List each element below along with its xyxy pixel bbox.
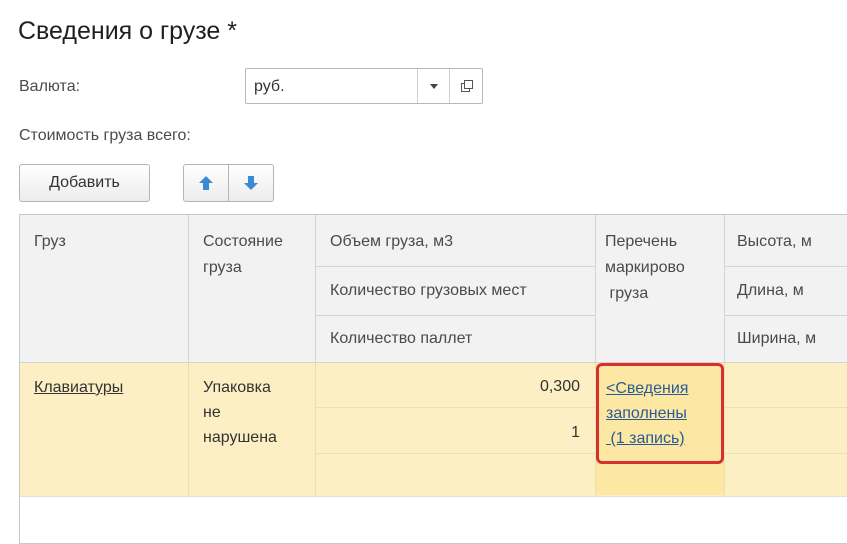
cargo-table[interactable]: Груз Состояние груза Объем груза, м3 Кол… — [19, 214, 847, 544]
header-marking-line3: груза — [605, 285, 649, 302]
currency-select[interactable]: руб. — [245, 68, 483, 104]
header-state-line1[interactable]: Состояние — [203, 232, 283, 252]
dropdown-button[interactable] — [417, 69, 450, 103]
places-value[interactable]: 1 — [320, 424, 580, 442]
header-pallets[interactable]: Количество паллет — [330, 329, 472, 349]
add-button[interactable]: Добавить — [19, 164, 150, 202]
open-button[interactable] — [449, 69, 483, 103]
state-line3: нарушена — [203, 429, 277, 446]
header-marking-line2: маркирово — [605, 259, 685, 276]
header-state-line2: груза — [203, 259, 242, 276]
state-line2: не — [203, 404, 221, 421]
cargo-name-link[interactable]: Клавиатуры — [34, 378, 123, 398]
arrow-down-icon — [244, 176, 258, 190]
volume-value[interactable]: 0,300 — [320, 378, 580, 396]
marking-link-line1[interactable]: <Сведения — [606, 379, 688, 399]
header-cargo[interactable]: Груз — [34, 232, 66, 252]
header-width[interactable]: Ширина, м — [737, 329, 816, 349]
header-places[interactable]: Количество грузовых мест — [330, 281, 527, 301]
header-volume[interactable]: Объем груза, м3 — [330, 232, 453, 252]
marking-link-line2[interactable]: заполнены — [606, 404, 687, 424]
header-marking-line1[interactable]: Перечень — [605, 232, 677, 252]
move-up-button[interactable] — [183, 164, 229, 202]
header-height[interactable]: Высота, м — [737, 232, 812, 252]
header-length[interactable]: Длина, м — [737, 281, 804, 301]
open-window-icon — [460, 80, 473, 92]
chevron-down-icon — [430, 83, 438, 89]
marking-link-line3[interactable]: (1 запись) — [606, 429, 684, 449]
state-line1: Упаковка — [203, 379, 271, 396]
currency-label: Валюта: — [19, 78, 81, 95]
currency-value: руб. — [254, 78, 285, 95]
total-cost-label: Стоимость груза всего: — [19, 127, 191, 144]
arrow-up-icon — [199, 176, 213, 190]
page-title: Сведения о грузе * — [18, 17, 238, 45]
move-down-button[interactable] — [228, 164, 274, 202]
